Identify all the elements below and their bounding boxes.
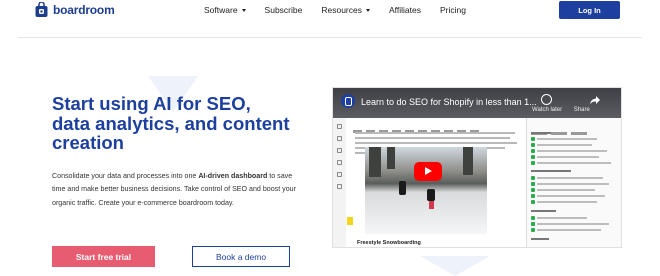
doc-text-line [355, 132, 515, 134]
panel-text-line [537, 223, 609, 225]
check-icon [531, 137, 535, 141]
video-doc-right-panel [526, 118, 621, 247]
panel-text-line [537, 229, 601, 231]
nav-link-label: Software [204, 5, 238, 15]
panel-text-line [537, 201, 597, 203]
doc-text-line [355, 137, 510, 139]
thumbnail-tree [369, 147, 381, 177]
nav-link-label: Resources [321, 5, 362, 15]
hero-description: Consolidate your data and processes into… [52, 170, 302, 210]
header-divider [18, 37, 642, 38]
panel-tabs [531, 122, 617, 135]
clock-icon[interactable] [541, 94, 552, 105]
nav-link-label: Subscribe [264, 5, 303, 15]
panel-text-line [537, 217, 587, 219]
caret-down-icon [241, 9, 246, 13]
sidebar-icon [337, 124, 342, 129]
logo-text: boardroom [53, 3, 115, 17]
panel-heading [531, 238, 549, 240]
check-icon [531, 176, 535, 180]
top-navbar: boardroom Software Subscribe Resources A… [0, 0, 660, 22]
check-icon [531, 182, 535, 186]
youtube-play-icon[interactable] [414, 162, 442, 181]
panel-text-line [537, 195, 605, 197]
panel-text-line [537, 144, 592, 146]
panel-text-line [537, 162, 611, 164]
nav-links: Software Subscribe Resources Affiliates … [204, 5, 485, 15]
check-icon [531, 200, 535, 204]
doc-text-line [355, 142, 517, 144]
hero-text-part: Consolidate your data and processes into… [52, 172, 199, 180]
sidebar-icon [337, 148, 342, 153]
login-button[interactable]: Log In [559, 1, 620, 19]
panel-text-line [537, 189, 595, 191]
brand-logo[interactable]: boardroom [35, 2, 115, 18]
thumbnail-snowboarder [427, 189, 435, 201]
check-icon [531, 216, 535, 220]
check-icon [531, 194, 535, 198]
video-doc-sidebar [333, 118, 346, 247]
check-icon [531, 149, 535, 153]
panel-heading [531, 132, 551, 134]
panel-text-line [537, 138, 597, 140]
nav-link-subscribe[interactable]: Subscribe [265, 5, 303, 15]
check-icon [531, 188, 535, 192]
book-demo-button[interactable]: Book a demo [192, 246, 290, 267]
share-arrow-icon[interactable] [589, 95, 601, 105]
caret-down-icon [366, 9, 370, 13]
hero-text-bold: AI-driven dashboard [198, 172, 268, 180]
nav-link-software[interactable]: Software [204, 5, 246, 15]
thumbnail-tree [463, 147, 473, 175]
nav-link-affiliates[interactable]: Affiliates [389, 5, 421, 15]
panel-tab [551, 132, 567, 135]
video-thumbnail-snowboard [365, 147, 487, 234]
background-chevron-shape [420, 256, 490, 276]
channel-avatar-icon[interactable] [341, 94, 355, 108]
share-label[interactable]: Share [574, 107, 590, 113]
thumbnail-tree [387, 147, 395, 169]
video-meta-labels: Watch later Share [532, 107, 590, 113]
nav-link-pricing[interactable]: Pricing [440, 5, 466, 15]
watch-later-label[interactable]: Watch later [532, 107, 562, 113]
check-icon [531, 161, 535, 165]
sidebar-icon [337, 184, 342, 189]
video-title-bar: Learn to do SEO for Shopify in less than… [333, 88, 621, 118]
thumbnail-snowboarder-pants [429, 201, 434, 209]
sidebar-icon [337, 160, 342, 165]
panel-heading [531, 170, 571, 172]
sidebar-icon [337, 172, 342, 177]
panel-text-line [537, 150, 607, 152]
video-title[interactable]: Learn to do SEO for Shopify in less than… [361, 97, 551, 107]
panel-text-line [537, 183, 609, 185]
panel-text-line [537, 177, 603, 179]
check-icon [531, 155, 535, 159]
sidebar-icon [337, 136, 342, 141]
nav-link-resources[interactable]: Resources [321, 5, 370, 15]
hero-title: Start using AI for SEO, data analytics, … [52, 93, 290, 153]
nav-link-label: Affiliates [389, 5, 421, 15]
panel-tab [571, 132, 587, 135]
video-player[interactable]: Freestyle Snowboarding Learn to do SEO f… [333, 88, 621, 247]
check-icon [531, 143, 535, 147]
start-free-trial-button[interactable]: Start free trial [52, 246, 155, 267]
thumbnail-snowboarder [399, 181, 406, 195]
check-icon [531, 222, 535, 226]
doc-toolbar [353, 120, 521, 133]
panel-heading [531, 210, 556, 212]
video-doc-caption: Freestyle Snowboarding [357, 240, 421, 246]
check-icon [531, 228, 535, 232]
boardroom-bag-icon [35, 2, 48, 17]
panel-text-line [537, 156, 599, 158]
nav-link-label: Pricing [439, 5, 466, 15]
